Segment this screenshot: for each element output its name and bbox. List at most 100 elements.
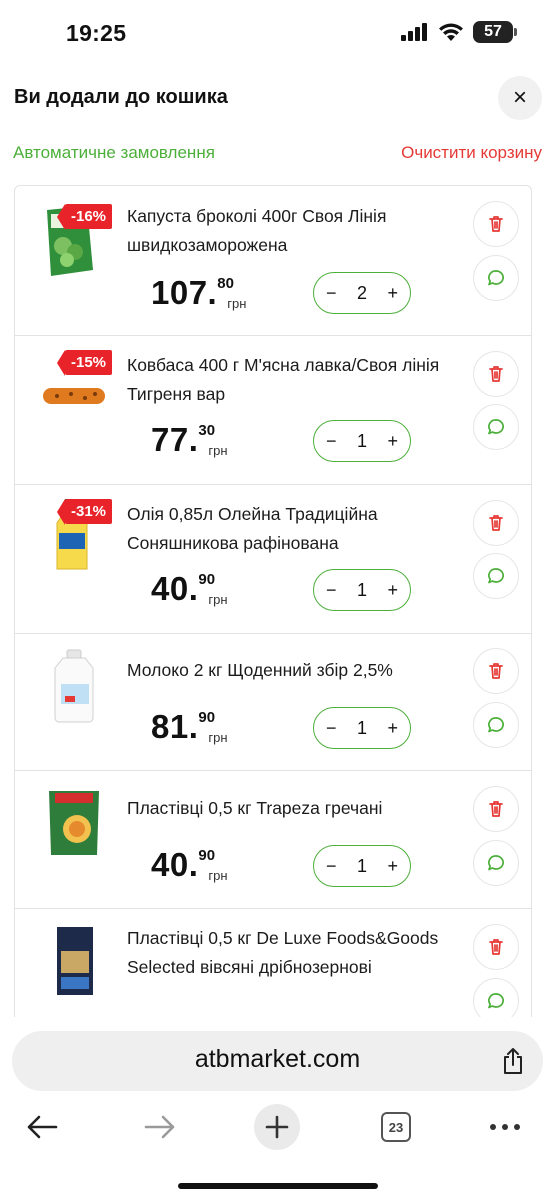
product-name[interactable]: Пластівці 0,5 кг De Luxe Foods&Goods Sel… bbox=[127, 924, 462, 982]
product-image-buckwheat bbox=[49, 791, 99, 855]
price-currency: грн bbox=[208, 730, 228, 745]
cart-item: -16% Капуста броколі 400г Своя Лінія шви… bbox=[15, 186, 531, 336]
status-time: 19:25 bbox=[66, 20, 127, 46]
increase-button[interactable]: + bbox=[387, 283, 398, 304]
increase-button[interactable]: + bbox=[387, 431, 398, 452]
cart-item: -15% Ковбаса 400 г М'ясна лавка/Своя лін… bbox=[15, 336, 531, 485]
product-price: 81. 90 грн bbox=[151, 708, 242, 746]
product-name[interactable]: Олія 0,85л Олейна Традиційна Соняшникова… bbox=[127, 500, 462, 558]
close-icon: × bbox=[512, 84, 527, 111]
trash-icon bbox=[489, 366, 503, 382]
trash-icon bbox=[489, 663, 503, 679]
discount-badge: -16% bbox=[56, 204, 113, 230]
clear-cart-link[interactable]: Очистити корзину bbox=[401, 143, 542, 163]
delete-button[interactable] bbox=[473, 786, 519, 832]
product-name[interactable]: Молоко 2 кг Щоденний збір 2,5% bbox=[127, 656, 462, 685]
decrease-button[interactable]: − bbox=[326, 856, 337, 877]
home-indicator bbox=[178, 1183, 378, 1189]
comment-button[interactable] bbox=[473, 255, 519, 301]
share-icon bbox=[504, 1048, 522, 1074]
product-price: 77. 30 грн bbox=[151, 421, 242, 459]
discount-badge: -31% bbox=[56, 499, 113, 525]
price-fraction: 30 bbox=[198, 422, 216, 439]
delete-button[interactable] bbox=[473, 201, 519, 247]
quantity-value: 1 bbox=[356, 579, 367, 600]
comment-icon bbox=[488, 993, 504, 1009]
auto-order-link[interactable]: Автоматичне замовлення bbox=[13, 143, 215, 163]
address-bar[interactable]: atbmarket.com bbox=[12, 1031, 543, 1091]
comment-icon bbox=[488, 270, 504, 286]
status-icons: 57 bbox=[401, 21, 517, 43]
price-currency: грн bbox=[208, 592, 228, 607]
comment-button[interactable] bbox=[473, 404, 519, 450]
browser-toolbar: 23 bbox=[0, 1100, 555, 1156]
delete-button[interactable] bbox=[473, 500, 519, 546]
comment-button[interactable] bbox=[473, 553, 519, 599]
decrease-button[interactable]: − bbox=[326, 283, 337, 304]
quantity-value: 1 bbox=[356, 430, 367, 451]
increase-button[interactable]: + bbox=[387, 580, 398, 601]
product-image-oats bbox=[57, 927, 93, 995]
forward-button[interactable] bbox=[140, 1104, 180, 1150]
quantity-stepper: − 1 + bbox=[313, 569, 411, 611]
cart-items-list: -16% Капуста броколі 400г Своя Лінія шви… bbox=[14, 185, 532, 1017]
product-image-milk bbox=[54, 649, 94, 723]
price-fraction: 90 bbox=[198, 847, 216, 864]
price-integer: 40. bbox=[151, 846, 199, 883]
decrease-button[interactable]: − bbox=[326, 718, 337, 739]
product-price: 40. 90 грн bbox=[151, 570, 242, 608]
product-price: 40. 90 грн bbox=[151, 846, 242, 884]
tabs-button[interactable]: 23 bbox=[380, 1104, 412, 1150]
delete-button[interactable] bbox=[473, 648, 519, 694]
price-integer: 40. bbox=[151, 570, 199, 607]
new-tab-button[interactable] bbox=[254, 1104, 300, 1150]
product-name[interactable]: Пластівці 0,5 кг Trapeza гречані bbox=[127, 794, 462, 823]
quantity-value: 1 bbox=[356, 717, 367, 738]
price-fraction: 80 bbox=[217, 275, 234, 292]
product-name[interactable]: Ковбаса 400 г М'ясна лавка/Своя лінія Ти… bbox=[127, 351, 462, 409]
share-button[interactable] bbox=[501, 1047, 525, 1080]
cart-item: Молоко 2 кг Щоденний збір 2,5% 81. 90 гр… bbox=[15, 634, 531, 771]
price-fraction: 90 bbox=[198, 709, 216, 726]
decrease-button[interactable]: − bbox=[326, 431, 337, 452]
comment-button[interactable] bbox=[473, 978, 519, 1017]
comment-button[interactable] bbox=[473, 702, 519, 748]
status-bar: 19:25 57 bbox=[0, 0, 555, 66]
forward-arrow-icon bbox=[144, 1115, 175, 1139]
price-integer: 81. bbox=[151, 708, 199, 745]
decrease-button[interactable]: − bbox=[326, 580, 337, 601]
price-integer: 77. bbox=[151, 421, 199, 458]
quantity-stepper: − 1 + bbox=[313, 845, 411, 887]
close-button[interactable]: × bbox=[498, 76, 542, 120]
comment-button[interactable] bbox=[473, 840, 519, 886]
trash-icon bbox=[489, 515, 503, 531]
price-fraction: 90 bbox=[198, 571, 216, 588]
price-currency: грн bbox=[208, 868, 228, 883]
product-name[interactable]: Капуста броколі 400г Своя Лінія швидкоза… bbox=[127, 202, 462, 260]
increase-button[interactable]: + bbox=[387, 856, 398, 877]
quantity-stepper: − 2 + bbox=[313, 272, 411, 314]
quantity-value: 2 bbox=[356, 282, 367, 303]
sheet-title: Ви додали до кошика bbox=[14, 86, 228, 108]
wifi-icon bbox=[439, 23, 463, 41]
more-button[interactable] bbox=[488, 1104, 522, 1150]
trash-icon bbox=[489, 939, 503, 955]
product-price: 107. 80 грн bbox=[151, 274, 261, 312]
battery-indicator: 57 bbox=[473, 21, 517, 43]
back-arrow-icon bbox=[27, 1115, 58, 1139]
comment-icon bbox=[488, 419, 504, 435]
increase-button[interactable]: + bbox=[387, 718, 398, 739]
url-text[interactable]: atbmarket.com bbox=[12, 1045, 543, 1074]
price-currency: грн bbox=[208, 443, 228, 458]
delete-button[interactable] bbox=[473, 351, 519, 397]
more-dots-icon bbox=[490, 1124, 520, 1130]
trash-icon bbox=[489, 216, 503, 232]
comment-icon bbox=[488, 717, 504, 733]
cart-item: Пластівці 0,5 кг Trapeza гречані 40. 90 … bbox=[15, 771, 531, 909]
delete-button[interactable] bbox=[473, 924, 519, 970]
back-button[interactable] bbox=[22, 1104, 62, 1150]
price-currency: грн bbox=[227, 296, 247, 311]
quantity-stepper: − 1 + bbox=[313, 420, 411, 462]
quantity-value: 1 bbox=[356, 855, 367, 876]
plus-icon bbox=[265, 1115, 289, 1139]
